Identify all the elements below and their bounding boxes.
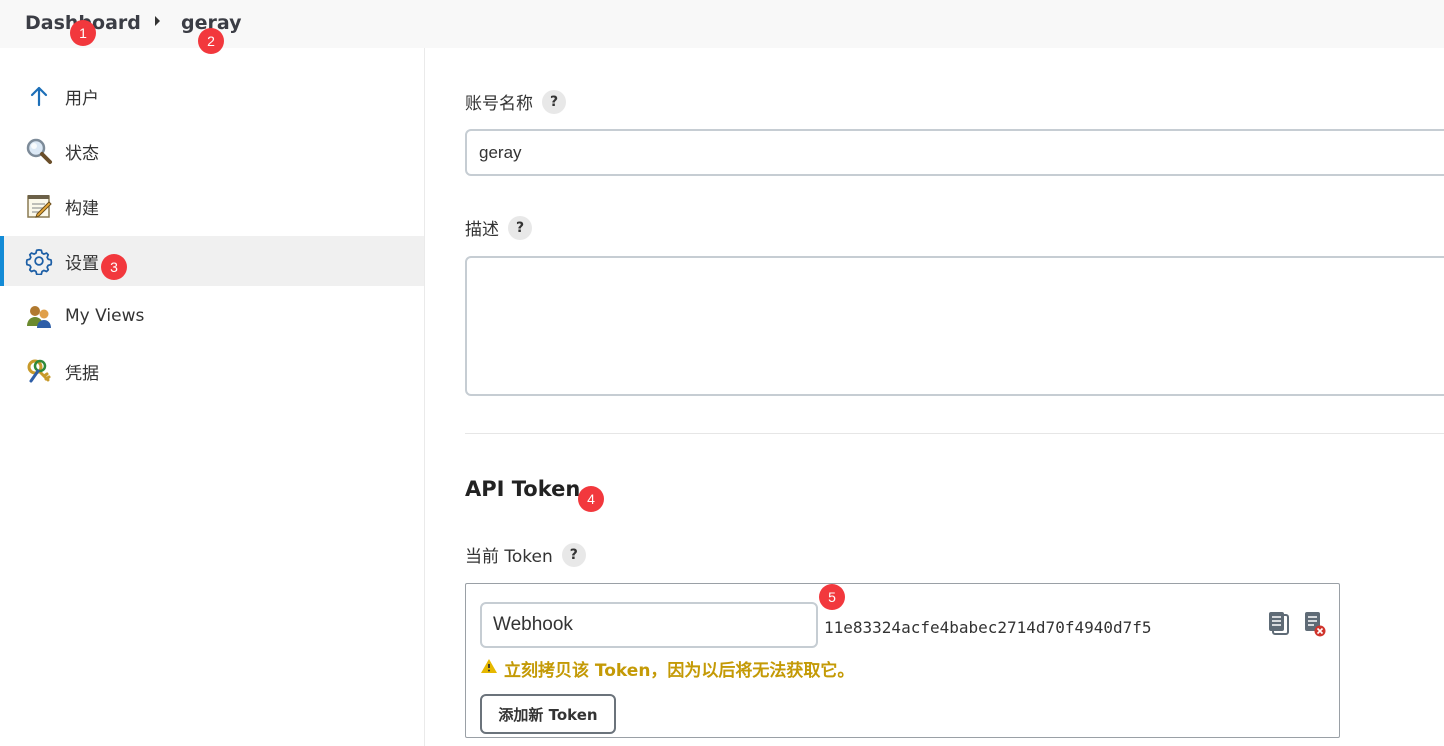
token-panel: 11e83324acfe4babec2714d70f4940d7f5 立刻拷贝该… [465, 583, 1340, 738]
annotation-badge-4: 4 [578, 486, 604, 512]
sidebar-item-label: 用户 [65, 88, 99, 109]
account-name-help-icon[interactable]: ? [542, 89, 566, 114]
sidebar-item-label: My Views [65, 306, 145, 326]
annotation-badge-1: 1 [70, 20, 96, 46]
account-name-input[interactable] [465, 129, 1444, 176]
current-token-help-icon[interactable]: ? [561, 542, 586, 567]
annotation-badge-3: 3 [101, 254, 127, 280]
token-warning: 立刻拷贝该 Token，因为以后将无法获取它。 [480, 656, 854, 681]
gear-icon [25, 247, 53, 275]
sidebar-item-my-views[interactable]: My Views [0, 291, 424, 341]
sidebar-item-credentials[interactable]: 凭据 [0, 346, 424, 396]
description-help-icon[interactable]: ? [508, 215, 532, 240]
users-icon [25, 302, 53, 330]
sidebar-item-label: 构建 [65, 198, 99, 219]
account-name-label-text: 账号名称 [465, 94, 533, 114]
sidebar-item-label: 凭据 [65, 363, 99, 384]
current-token-label: 当前 Token ? [465, 542, 586, 567]
annotation-badge-2: 2 [198, 28, 224, 54]
api-token-heading: API Token [465, 477, 581, 501]
sidebar-item-build[interactable]: 构建 [0, 181, 424, 231]
description-label-text: 描述 [465, 220, 499, 240]
keys-icon [25, 357, 53, 385]
sidebar-item-status[interactable]: 状态 [0, 126, 424, 176]
sidebar: 用户 状态 构建 设置 My Views 凭据 [0, 48, 425, 746]
sidebar-item-label: 设置 [65, 253, 99, 274]
token-value: 11e83324acfe4babec2714d70f4940d7f5 [824, 618, 1152, 637]
token-warning-text: 立刻拷贝该 Token，因为以后将无法获取它。 [504, 661, 855, 681]
breadcrumb-separator-icon [155, 16, 160, 26]
description-label: 描述 ? [465, 215, 532, 240]
annotation-badge-5: 5 [819, 584, 845, 610]
copy-icon[interactable] [1266, 610, 1292, 638]
warning-icon [480, 658, 498, 679]
notepad-icon [25, 192, 53, 220]
sidebar-item-label: 状态 [65, 143, 99, 164]
sidebar-item-users[interactable]: 用户 [0, 71, 424, 121]
token-name-input[interactable] [480, 602, 818, 648]
revoke-token-icon[interactable] [1302, 610, 1328, 638]
arrow-up-icon [25, 82, 53, 110]
magnifier-icon [25, 137, 53, 165]
current-token-label-text: 当前 Token [465, 547, 553, 567]
account-name-label: 账号名称 ? [465, 89, 566, 114]
add-token-button[interactable]: 添加新 Token [480, 694, 616, 734]
description-textarea[interactable] [465, 256, 1444, 396]
section-divider [465, 433, 1444, 434]
sidebar-item-settings[interactable]: 设置 [0, 236, 424, 286]
